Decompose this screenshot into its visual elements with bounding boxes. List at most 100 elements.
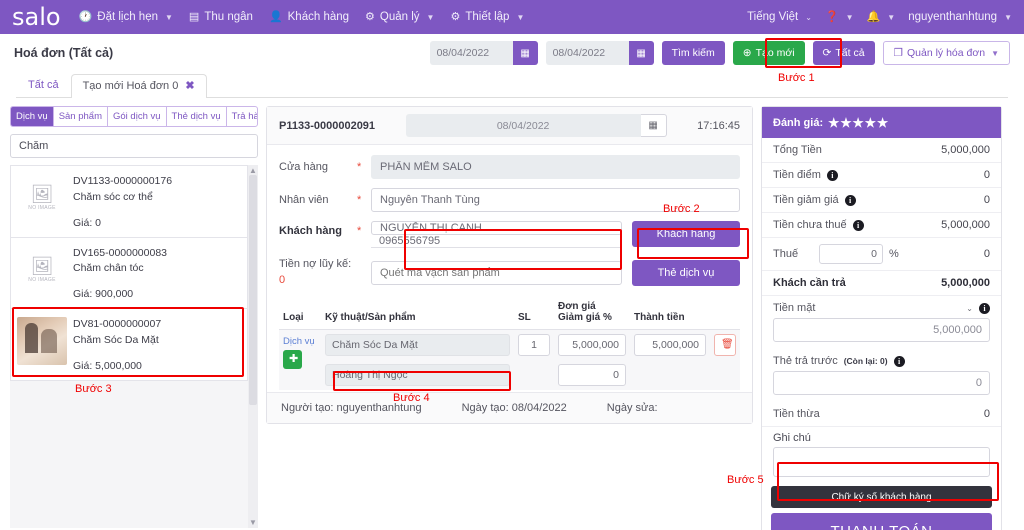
tax-label: Thuế bbox=[773, 248, 798, 260]
info-icon[interactable]: i bbox=[979, 303, 990, 314]
star-rating-icon[interactable]: ★★★★★ bbox=[828, 115, 889, 130]
info-icon[interactable]: i bbox=[827, 170, 838, 181]
row-qty-field[interactable] bbox=[518, 334, 550, 356]
catalog-tab-tra-hang[interactable]: Trả hàng bbox=[227, 107, 258, 126]
col-price: Đơn giá Giảm giá % bbox=[554, 298, 630, 330]
tax-value: 0 bbox=[905, 248, 990, 260]
calendar-icon-to[interactable]: ▦ bbox=[629, 41, 654, 65]
rating-bar[interactable]: Đánh giá: ★★★★★ bbox=[762, 107, 1001, 138]
info-icon[interactable]: i bbox=[894, 356, 905, 367]
row-technician-field[interactable] bbox=[325, 364, 510, 386]
annotation-label-step3: Bước 3 bbox=[75, 383, 112, 395]
tab-strip: Tất cả Tạo mới Hoá đơn 0 ✖ bbox=[0, 72, 1024, 97]
row-total-field[interactable] bbox=[634, 334, 706, 356]
help-button[interactable]: ❓ ▼ bbox=[825, 12, 854, 23]
pay-button[interactable]: THANH TOÁN bbox=[771, 513, 992, 530]
created-date-info: Ngày tạo: 08/04/2022 bbox=[462, 402, 567, 414]
chevron-down-icon: ▼ bbox=[427, 13, 435, 22]
note-textarea[interactable] bbox=[773, 447, 990, 477]
invoice-date-input[interactable] bbox=[406, 114, 641, 137]
search-button[interactable]: Tìm kiếm bbox=[662, 41, 725, 65]
nav-item-dat-lich-hen[interactable]: 🕐 Đặt lịch hẹn ▼ bbox=[79, 11, 173, 23]
service-card-button[interactable]: Thẻ dịch vụ bbox=[632, 260, 740, 286]
row-discount-field[interactable] bbox=[558, 364, 626, 386]
close-icon[interactable]: ✖ bbox=[185, 80, 194, 92]
service-code: DV165-0000000083 bbox=[73, 246, 241, 262]
refresh-all-button[interactable]: ⟳ Tất cả bbox=[813, 41, 875, 65]
payment-method-label: Tiền mặt bbox=[773, 302, 958, 314]
service-info: DV1133-0000000176 Chăm sóc cơ thể Giá: 0 bbox=[73, 174, 241, 229]
chevron-down-icon: ▼ bbox=[991, 49, 999, 58]
payment-method-selector[interactable]: Tiền mặt ⌄ i bbox=[762, 296, 1001, 316]
summary-value: 0 bbox=[984, 169, 990, 181]
prepaid-remaining-note: (Còn lại: 0) bbox=[844, 356, 888, 366]
prepaid-amount-input[interactable] bbox=[773, 371, 990, 395]
annotation-label-step1: Bước 1 bbox=[778, 72, 815, 84]
date-to-input[interactable] bbox=[546, 41, 629, 65]
summary-row-customer-pays: Khách cần trả 5,000,000 bbox=[762, 271, 1001, 296]
language-selector[interactable]: Tiếng Việt ⌄ bbox=[747, 11, 812, 23]
summary-label: Tiền chưa thuế bbox=[773, 219, 847, 231]
user-menu[interactable]: nguyenthanhtung ▼ bbox=[908, 11, 1012, 23]
service-list-scrollbar[interactable]: ▲ ▼ bbox=[248, 165, 258, 528]
customer-pays-label: Khách cần trả bbox=[773, 277, 846, 289]
nav-item-quan-ly[interactable]: ⚙ Quản lý ▼ bbox=[365, 11, 434, 23]
summary-row-points: Tiền điểm i 0 bbox=[762, 163, 1001, 188]
catalog-tab-dich-vu[interactable]: Dịch vụ bbox=[11, 107, 54, 126]
row-type-link[interactable]: Dịch vụ bbox=[283, 336, 317, 347]
date-from-input[interactable] bbox=[430, 41, 513, 65]
catalog-tab-goi-dich-vu[interactable]: Gói dịch vụ bbox=[108, 107, 167, 126]
barcode-scan-input[interactable] bbox=[371, 261, 622, 285]
brand-logo[interactable]: salo bbox=[12, 5, 61, 29]
customer-name-field[interactable] bbox=[371, 221, 622, 235]
delete-row-button[interactable]: 🗑 bbox=[714, 334, 736, 356]
tax-percent-input[interactable] bbox=[819, 244, 883, 264]
catalog-search-input[interactable] bbox=[10, 134, 258, 158]
info-icon[interactable]: i bbox=[845, 195, 856, 206]
chevron-down-icon[interactable]: ⌄ bbox=[966, 304, 973, 313]
create-new-button[interactable]: ⊕ Tạo mới bbox=[733, 41, 805, 65]
customer-fields bbox=[371, 221, 622, 248]
row-product-field[interactable] bbox=[325, 334, 510, 356]
nav-item-thu-ngan[interactable]: ▤ Thu ngân bbox=[189, 11, 253, 23]
info-icon[interactable]: i bbox=[853, 220, 864, 231]
row-spacer-cell-2 bbox=[630, 360, 710, 390]
catalog-tab-san-pham[interactable]: Sản phẩm bbox=[54, 107, 108, 126]
accrued-debt: Tiền nợ lũy kế: 0 bbox=[279, 257, 371, 289]
nav-item-thiet-lap[interactable]: ⚙ Thiết lập ▼ bbox=[450, 11, 524, 23]
invoice-time: 17:16:45 bbox=[697, 120, 740, 132]
nav-item-khach-hang[interactable]: 👤 Khách hàng bbox=[269, 11, 349, 23]
language-label: Tiếng Việt bbox=[747, 11, 798, 23]
service-code: DV81-0000000007 bbox=[73, 317, 241, 333]
scroll-up-icon[interactable]: ▲ bbox=[249, 166, 257, 175]
scroll-down-icon[interactable]: ▼ bbox=[249, 518, 257, 527]
calendar-icon-invoice[interactable]: ▦ bbox=[641, 114, 667, 137]
scrollbar-thumb[interactable] bbox=[249, 175, 257, 405]
row-technician-cell bbox=[321, 360, 514, 390]
header-toolbar: ▦ ▦ Tìm kiếm ⊕ Tạo mới ⟳ Tất cả ❐ Quản l… bbox=[430, 41, 1010, 65]
customer-phone-field[interactable] bbox=[371, 235, 622, 248]
payment-amount-input[interactable] bbox=[773, 318, 990, 342]
col-total: Thành tiền bbox=[630, 298, 710, 330]
settings-icon: ⚙ bbox=[450, 12, 460, 23]
list-item-selected[interactable]: DV81-0000000007 Chăm Sóc Da Mặt Giá: 5,0… bbox=[10, 309, 248, 381]
prepaid-amount-wrap bbox=[762, 369, 1001, 402]
customer-picker-button[interactable]: Khách hàng bbox=[632, 221, 740, 247]
list-item[interactable]: 🖼 NO IMAGE DV1133-0000000176 Chăm sóc cơ… bbox=[10, 165, 248, 238]
manage-invoice-button[interactable]: ❐ Quản lý hóa đơn ▼ bbox=[883, 41, 1010, 65]
required-marker: * bbox=[357, 161, 371, 173]
cashier-icon: ▤ bbox=[189, 12, 199, 23]
calendar-icon-from[interactable]: ▦ bbox=[513, 41, 538, 65]
no-image-placeholder: 🖼 NO IMAGE bbox=[17, 246, 67, 294]
tab-tat-ca[interactable]: Tất cả bbox=[16, 73, 71, 97]
notifications-button[interactable]: 🔔 ▼ bbox=[867, 12, 896, 23]
service-info: DV81-0000000007 Chăm Sóc Da Mặt Giá: 5,0… bbox=[73, 317, 241, 372]
add-item-button[interactable]: ✚ bbox=[283, 350, 302, 369]
digital-signature-button[interactable]: Chữ ký số khách hàng bbox=[771, 486, 992, 508]
catalog-tab-the-dich-vu[interactable]: Thẻ dịch vụ bbox=[167, 107, 227, 126]
row-price-field[interactable] bbox=[558, 334, 626, 356]
list-item[interactable]: 🖼 NO IMAGE DV165-0000000083 Chăm chân tó… bbox=[10, 238, 248, 310]
annotation-label-step2: Bước 2 bbox=[663, 203, 700, 215]
copy-icon: ❐ bbox=[894, 47, 903, 59]
tab-tao-moi-hoa-don[interactable]: Tạo mới Hoá đơn 0 ✖ bbox=[71, 74, 207, 98]
